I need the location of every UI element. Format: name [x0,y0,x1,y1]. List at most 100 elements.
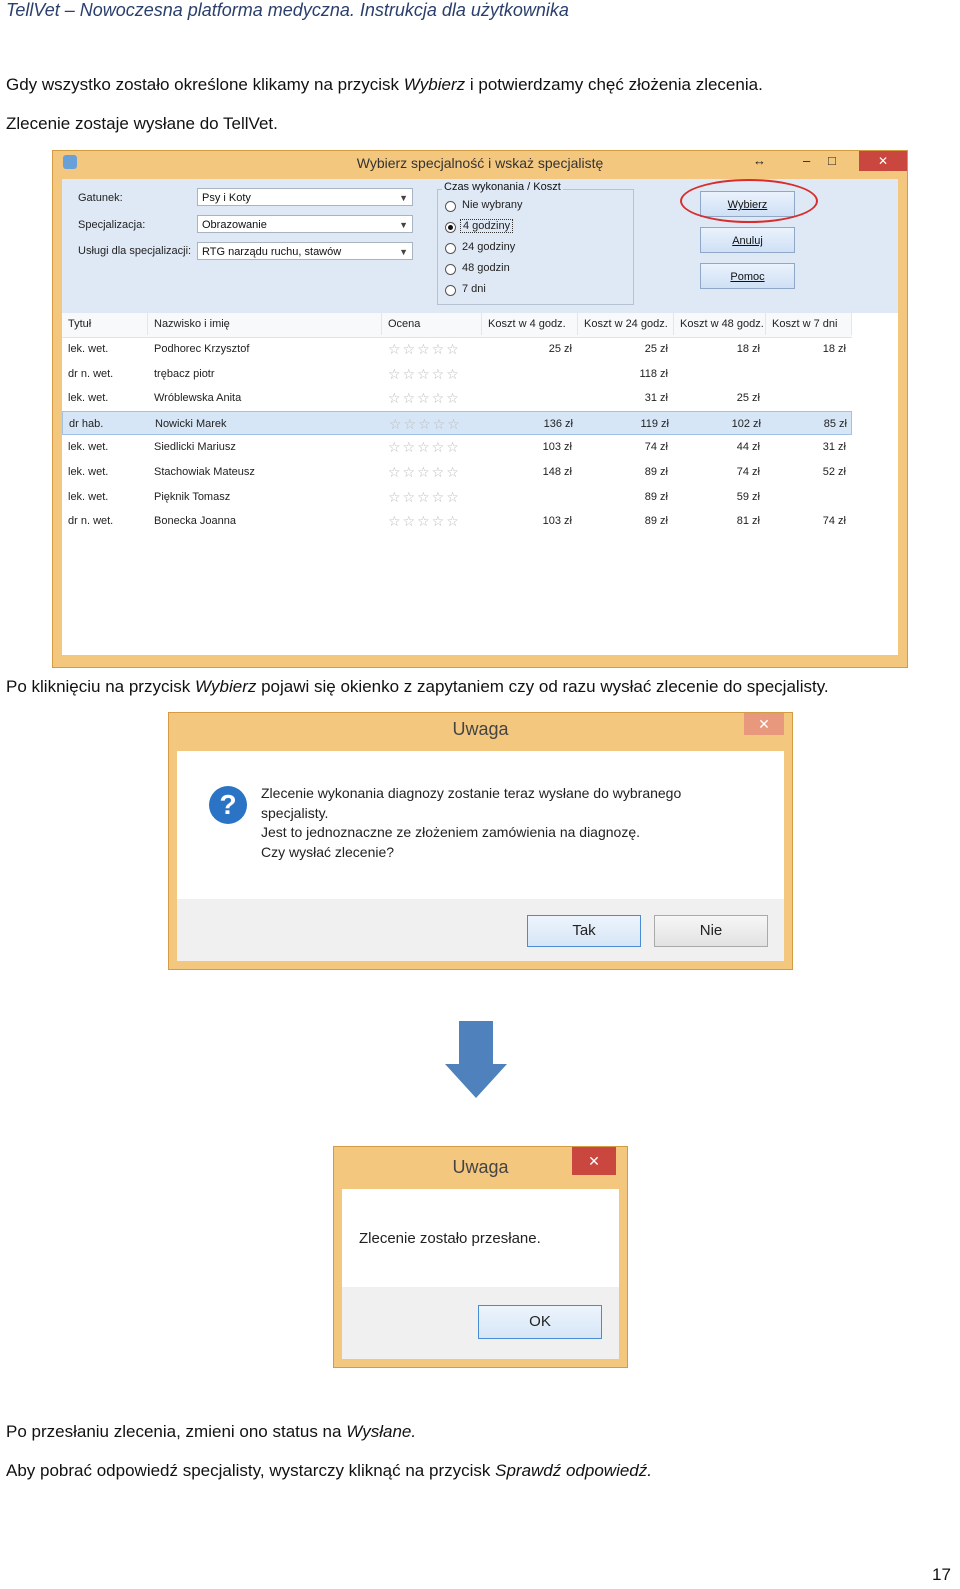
radio-4-hours[interactable] [445,222,456,233]
table-cell-title: lek. wet. [68,441,109,454]
table-cell-title: lek. wet. [68,490,109,503]
ok-button[interactable]: OK [478,1305,602,1339]
table-cell-c24: 89 zł [644,490,668,503]
table-cell-c7: 18 zł [822,343,846,355]
table-cell-c7 [766,485,846,509]
page-number: 17 [932,1565,951,1584]
cancel-button[interactable]: Anuluj [700,227,795,253]
rating-stars-icon[interactable]: ☆☆☆☆☆ [388,485,461,509]
table-row[interactable]: lek. wet. Podhorec Krzysztof 25 zł 25 zł 18 … [62,337,852,361]
specialization-select[interactable]: Obrazowanie ▼ [197,215,413,233]
table-cell-c48: 59 zł [736,490,760,503]
table-row[interactable]: lek. wet. Pięknik Tomasz 89 zł 59 zł ☆☆☆☆☆ [62,485,852,509]
column-header-cost-7d[interactable]: Koszt w 7 dni [766,313,852,335]
table-cell-title: dr hab. [69,417,104,430]
radio-48-hours[interactable] [445,264,456,275]
emphasis-wybierz: Wybierz [194,677,257,696]
specialists-table: Tytuł Nazwisko i imię Ocena Koszt w 4 go… [62,313,898,655]
radio-7-days[interactable] [445,285,456,296]
table-cell-name: Pięknik Tomasz [154,490,231,503]
help-button[interactable]: Pomoc [700,263,795,289]
specialization-value: Obrazowanie [202,219,267,231]
table-cell-name: Siedlicki Mariusz [154,441,236,454]
table-cell-name: Bonecka Joanna [154,515,236,528]
yes-button[interactable]: Tak [527,915,641,947]
table-cell-c24: 89 zł [644,466,668,478]
minimize-icon[interactable]: – [803,153,810,168]
table-cell-c4: 103 zł [542,441,572,454]
species-value: Psy i Koty [202,192,251,204]
table-cell-c48 [674,362,760,386]
table-cell-c48: 74 zł [736,466,760,478]
table-row[interactable]: dr hab. Nowicki Marek 136 zł 119 zł 102 zł 85… [62,410,852,436]
dialog-message: Zlecenie zostało przesłane. [359,1230,541,1247]
rating-stars-icon[interactable]: ☆☆☆☆☆ [388,386,461,410]
chevron-down-icon: ▼ [399,193,408,203]
dialog-message-line: Jest to jednoznaczne ze złożeniem zamówi… [261,824,641,840]
table-cell-c4: 25 zł [548,343,572,355]
rating-stars-icon[interactable]: ☆☆☆☆☆ [388,337,461,361]
radio-not-selected[interactable] [445,201,456,212]
column-header-title[interactable]: Tytuł [62,313,148,335]
table-cell-c7: 52 zł [822,466,846,478]
table-row[interactable]: dr n. wet. Bonecka Joanna 103 zł 89 zł 81 zł… [62,509,852,533]
time-cost-group-title: Czas wykonania / Koszt [442,181,563,193]
radio-24-hours[interactable] [445,243,456,254]
text-run: Aby pobrać odpowiedź specjalisty, wystar… [6,1461,496,1480]
confirm-dialog: Uwaga ✕ ? Zlecenie wykonania diagnozy zo… [168,712,793,970]
rating-stars-icon[interactable]: ☆☆☆☆☆ [388,435,461,459]
table-cell-c24: 119 zł [640,417,669,430]
rating-stars-icon[interactable]: ☆☆☆☆☆ [388,509,461,533]
document-header: TellVet – Nowoczesna platforma medyczna.… [6,0,569,20]
table-row[interactable]: lek. wet. Stachowiak Mateusz 148 zł 89 zł 74… [62,460,852,484]
table-cell-c7: 85 zł [823,417,847,430]
table-cell-c7: 74 zł [822,515,846,528]
table-cell-c24: 118 zł [639,367,668,380]
table-cell-c48: 102 zł [731,417,761,430]
services-select[interactable]: RTG narządu ruchu, stawów ▼ [197,242,413,260]
table-cell-c4: 148 zł [542,466,572,478]
dialog-message-line: specjalisty. [261,805,329,821]
paragraph-2: Po kliknięciu na przycisk Wybierz pojawi… [6,677,829,697]
species-select[interactable]: Psy i Koty ▼ [197,188,413,206]
rating-stars-icon[interactable]: ☆☆☆☆☆ [388,460,461,484]
dialog-close-button[interactable]: ✕ [572,1147,616,1175]
text-run: Po przesłaniu zlecenia, zmieni ono statu… [6,1422,347,1441]
table-cell-name: Stachowiak Mateusz [154,466,255,478]
resize-icon[interactable]: ↔ [753,153,766,168]
specialization-label: Specjalizacja: [78,219,146,231]
table-row[interactable]: dr n. wet. trębacz piotr 118 zł ☆☆☆☆☆ [62,362,852,386]
table-cell-c4 [482,362,572,386]
close-button[interactable]: ✕ [859,151,907,171]
table-cell-title: lek. wet. [68,343,109,355]
table-row[interactable]: lek. wet. Siedlicki Mariusz 103 zł 74 zł 44 … [62,435,852,459]
radio-label: 48 godzin [462,262,510,274]
table-cell-c24: 31 zł [644,392,668,405]
table-cell-c24: 25 zł [644,343,668,355]
text-run: Gdy wszystko zostało określone klikamy n… [6,75,404,94]
rating-stars-icon[interactable]: ☆☆☆☆☆ [388,362,461,386]
dialog-close-button[interactable]: ✕ [744,713,784,735]
column-header-cost-4h[interactable]: Koszt w 4 godz. [482,313,578,335]
maximize-icon[interactable]: □ [828,153,836,168]
column-header-name[interactable]: Nazwisko i imię [148,313,382,335]
rating-stars-icon[interactable]: ☆☆☆☆☆ [389,412,462,436]
text-run: i potwierdzamy chęć złożenia zlecenia. [465,75,763,94]
table-cell-c4: 103 zł [542,515,572,528]
table-cell-name: trębacz piotr [154,367,215,380]
table-cell-title: dr n. wet. [68,515,114,528]
filter-panel: Gatunek: Psy i Koty ▼ Specjalizacja: Obra… [62,179,898,313]
table-cell-title: lek. wet. [68,392,109,405]
down-arrow-icon [459,1021,493,1065]
sent-dialog: Uwaga ✕ Zlecenie zostało przesłane. OK [333,1146,628,1368]
emphasis-status: Wysłane. [346,1422,417,1441]
table-row[interactable]: lek. wet. Wróblewska Anita 31 zł 25 zł ☆☆☆☆☆ [62,386,852,410]
column-header-cost-48h[interactable]: Koszt w 48 godz. [674,313,766,335]
column-header-rating[interactable]: Ocena [382,313,482,335]
column-header-cost-24h[interactable]: Koszt w 24 godz. [578,313,674,335]
dialog-message-line: Czy wysłać zlecenie? [261,844,395,860]
dialog-body: ? Zlecenie wykonania diagnozy zostanie t… [177,751,784,899]
paragraph-1-line-1: Gdy wszystko zostało określone klikamy n… [6,75,763,95]
no-button[interactable]: Nie [654,915,768,947]
table-cell-c48: 25 zł [736,392,760,405]
